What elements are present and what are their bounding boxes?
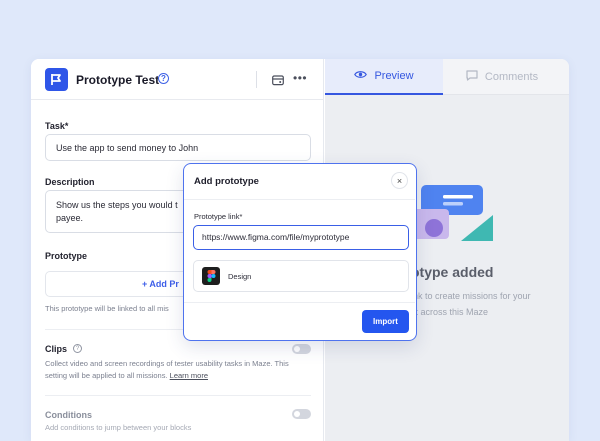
help-icon[interactable]: ? (158, 73, 169, 84)
eye-icon (354, 70, 368, 82)
clips-label: Clips (45, 344, 68, 354)
block-title: Prototype Test (76, 73, 160, 87)
figma-icon (202, 267, 220, 285)
clips-note-line: Collect video and screen recordings of t… (45, 359, 289, 368)
modal-divider (184, 199, 415, 200)
import-button[interactable]: Import (362, 310, 409, 333)
preview-text-line: st across this Maze (411, 307, 489, 317)
prototype-label: Prototype (45, 251, 88, 261)
tab-label: Comments (484, 71, 539, 83)
tab-preview[interactable]: Preview (325, 59, 443, 95)
preview-text: ink to create missions for your st acros… (411, 288, 531, 320)
preview-title: otype added (411, 264, 494, 280)
conditions-label: Conditions (45, 410, 92, 420)
comment-icon (466, 70, 478, 84)
prototype-block-icon (45, 68, 68, 91)
task-label: Task* (45, 121, 69, 131)
conditions-toggle[interactable] (292, 409, 311, 419)
header-divider (256, 71, 257, 88)
add-prototype-label: + Add Pr (142, 279, 179, 289)
prototype-link-label: Prototype link* (194, 212, 243, 221)
payment-card-icon[interactable] (272, 73, 284, 91)
clips-toggle[interactable] (292, 344, 311, 354)
modal-divider (184, 302, 415, 303)
conditions-note: Add conditions to jump between your bloc… (45, 423, 192, 432)
figma-design-option[interactable]: Design (193, 260, 409, 292)
tab-label: Preview (374, 70, 414, 82)
description-label: Description (45, 177, 95, 187)
figma-option-label: Design (228, 272, 252, 281)
prototype-link-input[interactable]: https://www.figma.com/file/myprototype (193, 225, 409, 250)
preview-tabs: Preview Comments (325, 59, 569, 95)
tab-comments[interactable]: Comments (443, 59, 561, 95)
add-prototype-modal: Add prototype × Prototype link* https://… (183, 163, 417, 341)
block-header: Prototype Test ? ••• (31, 59, 324, 100)
task-input[interactable]: Use the app to send money to John (45, 134, 311, 161)
clips-note: Collect video and screen recordings of t… (45, 358, 315, 382)
more-options-icon[interactable]: ••• (293, 71, 307, 85)
close-icon[interactable]: × (391, 172, 408, 189)
modal-title: Add prototype (194, 176, 259, 187)
learn-more-link[interactable]: Learn more (170, 371, 208, 380)
prototype-illustration (413, 185, 499, 250)
info-icon[interactable]: ? (73, 344, 82, 353)
section-divider (45, 395, 311, 396)
preview-text-line: ink to create missions for your (411, 291, 531, 301)
clips-note-line: setting will be applied to all missions. (45, 371, 168, 380)
